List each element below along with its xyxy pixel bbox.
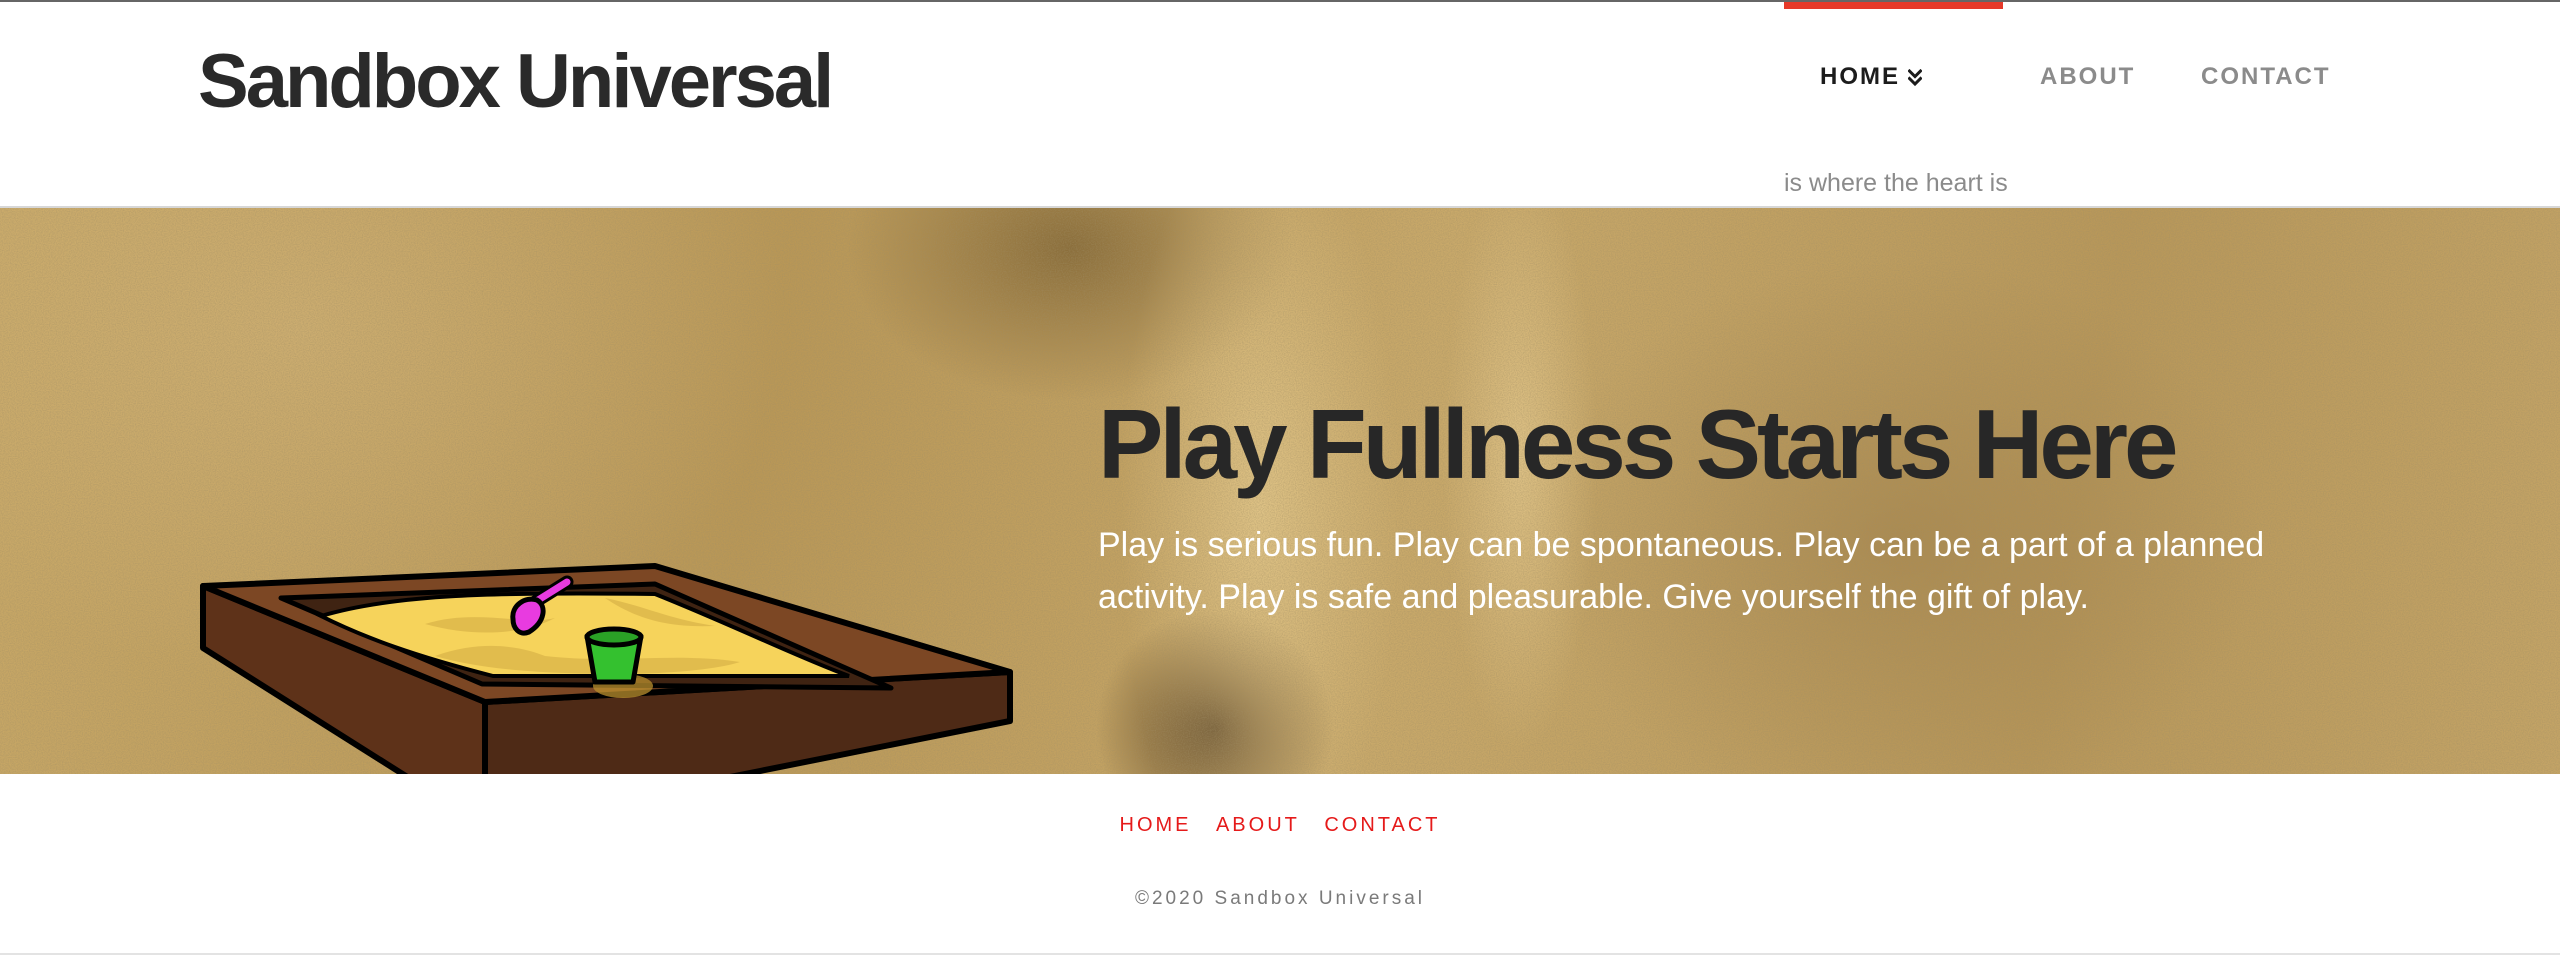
site-title[interactable]: Sandbox Universal xyxy=(198,32,834,132)
copyright-text: ©2020 Sandbox Universal xyxy=(1134,888,1426,909)
hero-heading: Play Fullness Starts Here xyxy=(1098,389,2179,499)
hero-banner: Play Fullness Starts Here Play is seriou… xyxy=(0,208,2560,774)
nav-item-about[interactable]: ABOUT xyxy=(2040,62,2135,92)
footer-link-contact[interactable]: CONTACT xyxy=(1324,812,1440,838)
chevron-double-down-icon xyxy=(1908,68,1922,86)
site-footer: HOME ABOUT CONTACT ©2020 Sandbox Univers… xyxy=(0,774,2560,955)
footer-link-home[interactable]: HOME xyxy=(1120,812,1192,838)
site-header: Sandbox Universal HOME ABOUT CONTACT is … xyxy=(0,2,2560,208)
hero-description: Play is serious fun. Play can be spontan… xyxy=(1098,526,2265,616)
footer-nav: HOME ABOUT CONTACT xyxy=(0,812,2560,838)
nav-item-home[interactable]: HOME xyxy=(1820,62,1922,92)
nav-item-home-label: HOME xyxy=(1820,63,1900,90)
site-tagline: is where the heart is xyxy=(1784,169,2008,197)
nav-active-indicator xyxy=(1784,2,2003,9)
nav-item-contact[interactable]: CONTACT xyxy=(2201,62,2331,92)
sandbox-icon xyxy=(200,563,1013,774)
footer-link-about[interactable]: ABOUT xyxy=(1216,812,1300,838)
